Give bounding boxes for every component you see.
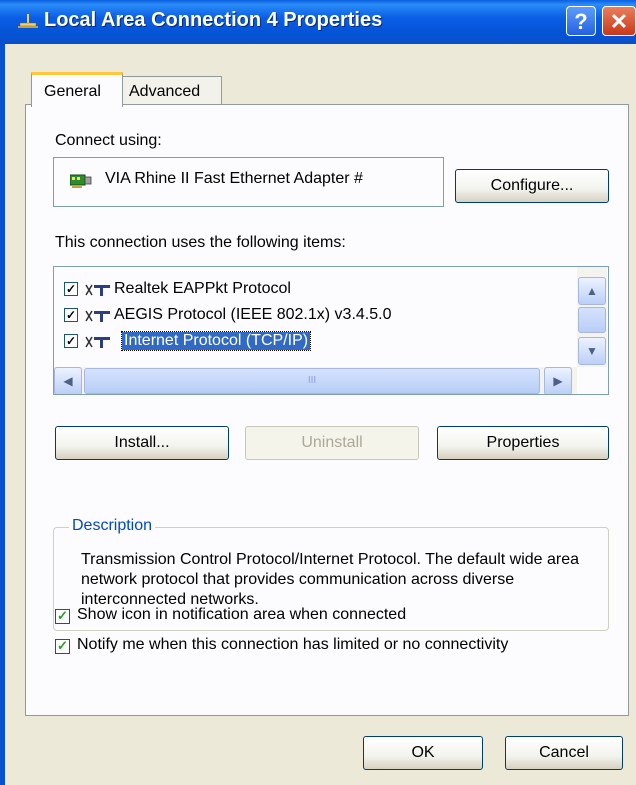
properties-dialog: Local Area Connection 4 Properties ? ✕ G… (0, 0, 636, 785)
item-label: Realtek EAPPkt Protocol (114, 280, 291, 297)
help-button[interactable]: ? (566, 6, 596, 36)
notify-checkbox[interactable]: ✓ (55, 639, 70, 654)
show-icon-label[interactable]: Show icon in notification area when conn… (77, 606, 406, 624)
horizontal-scroll-thumb[interactable]: III (84, 368, 540, 394)
protocol-icon (85, 336, 110, 348)
items-label: This connection uses the following items… (55, 234, 346, 251)
adapter-field: VIA Rhine II Fast Ethernet Adapter # (53, 157, 444, 207)
close-button[interactable]: ✕ (602, 6, 636, 36)
description-text: Transmission Control Protocol/Internet P… (81, 551, 580, 608)
tab-general[interactable]: General (31, 72, 123, 107)
components-list[interactable]: ✓ Realtek EAPPkt Protocol ✓ AEGIS Protoc… (53, 266, 609, 395)
network-adapter-icon (70, 174, 92, 188)
vertical-scrollbar[interactable]: ▲ ▼ (577, 267, 607, 367)
vertical-scroll-thumb[interactable] (578, 307, 606, 333)
properties-button[interactable]: Properties (437, 426, 609, 460)
window-title: Local Area Connection 4 Properties (44, 9, 383, 31)
list-item[interactable]: ✓ AEGIS Protocol (IEEE 802.1x) v3.4.5.0 (54, 303, 574, 329)
ok-button[interactable]: OK (363, 736, 483, 770)
tab-advanced[interactable]: Advanced (122, 76, 222, 104)
list-item[interactable]: ✓ Internet Protocol (TCP/IP) (54, 329, 574, 355)
item-label-selected: Internet Protocol (TCP/IP) (120, 331, 312, 351)
scroll-left-button[interactable]: ◀ (54, 367, 82, 394)
cancel-button[interactable]: Cancel (505, 736, 623, 770)
scroll-down-button[interactable]: ▼ (578, 337, 606, 365)
scroll-up-button[interactable]: ▲ (578, 277, 606, 305)
adapter-name: VIA Rhine II Fast Ethernet Adapter # (105, 170, 363, 187)
item-checkbox[interactable]: ✓ (64, 308, 78, 322)
show-icon-checkbox[interactable]: ✓ (55, 609, 70, 624)
horizontal-scrollbar[interactable]: ◀ III ▶ (54, 367, 577, 394)
uninstall-button[interactable]: Uninstall (245, 426, 419, 460)
item-label: AEGIS Protocol (IEEE 802.1x) v3.4.5.0 (114, 306, 392, 323)
title-bar[interactable]: Local Area Connection 4 Properties ? ✕ (0, 0, 636, 44)
item-checkbox[interactable]: ✓ (64, 282, 78, 296)
network-connection-icon (18, 14, 38, 28)
install-button[interactable]: Install... (55, 426, 229, 460)
scroll-right-button[interactable]: ▶ (544, 367, 572, 394)
notify-label[interactable]: Notify me when this connection has limit… (77, 636, 508, 654)
connect-using-label: Connect using: (55, 132, 162, 149)
configure-button[interactable]: Configure... (455, 169, 609, 203)
list-item[interactable]: ✓ Realtek EAPPkt Protocol (54, 277, 574, 303)
dialog-client-area: General Advanced Connect using: VIA Rhin… (5, 44, 636, 785)
item-checkbox[interactable]: ✓ (64, 334, 78, 348)
description-title: Description (69, 517, 156, 535)
